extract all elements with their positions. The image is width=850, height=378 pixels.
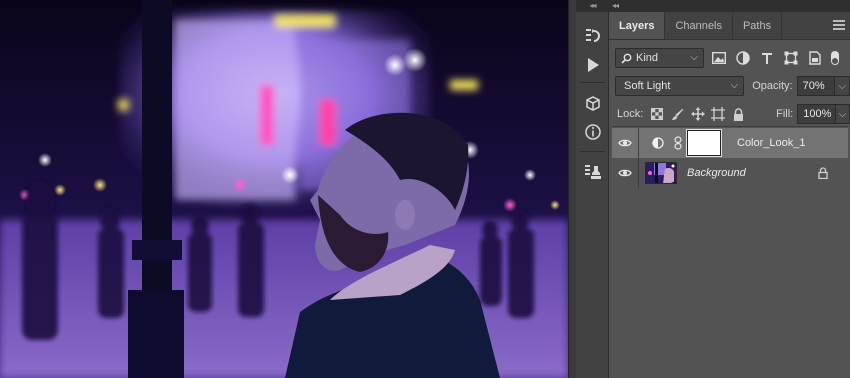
lock-icon[interactable] [818, 167, 828, 182]
filter-kind-label: Kind [636, 52, 659, 64]
opacity-label: Opacity: [752, 80, 793, 92]
fill-slider-chevron-icon[interactable]: ⌵ [836, 104, 850, 124]
filter-kind-dropdown[interactable]: Kind ⌵ [615, 48, 704, 68]
fill-label: Fill: [776, 108, 794, 120]
layer-mask-thumbnail[interactable] [686, 129, 722, 157]
cube-3d-icon[interactable] [580, 92, 605, 116]
tab-channels[interactable]: Channels [665, 12, 733, 39]
search-icon [621, 53, 632, 64]
panel-menu-icon[interactable] [833, 20, 845, 31]
layer-image-thumbnail[interactable] [645, 162, 677, 184]
clone-source-icon[interactable] [580, 160, 605, 184]
lock-transparent-pixels-icon[interactable] [649, 106, 664, 122]
adjustment-layer-filter-icon[interactable] [734, 49, 752, 67]
chevron-down-icon: ⌵ [690, 52, 698, 63]
fill-input[interactable]: 100% [797, 104, 837, 124]
opacity-slider-chevron-icon[interactable]: ⌵ [835, 76, 850, 96]
visibility-eye-icon[interactable] [612, 158, 639, 188]
chevron-down-icon: ⌵ [730, 80, 739, 91]
layer-row-background[interactable]: Background [612, 158, 848, 188]
play-actions-icon[interactable] [580, 53, 605, 77]
panel-divider[interactable] [568, 0, 576, 378]
panel-tabs: Layers Channels Paths [609, 12, 850, 40]
lock-all-icon[interactable] [732, 106, 747, 122]
lock-fill-row: Lock: Fill: 100% ⌵ [609, 104, 850, 124]
layer-name[interactable]: Background [687, 167, 746, 179]
lock-artboard-icon[interactable] [711, 106, 726, 122]
layer-filter-row: Kind ⌵ [609, 48, 850, 68]
visibility-eye-icon[interactable] [612, 128, 639, 158]
panel-top-bar: ◂◂ [609, 0, 850, 12]
panel-dock-strip: ◂◂ [576, 0, 609, 378]
document-canvas[interactable] [0, 0, 568, 378]
shape-layer-filter-icon[interactable] [782, 49, 800, 67]
lock-image-pixels-brush-icon[interactable] [670, 106, 685, 122]
chain-link-icon[interactable] [671, 136, 685, 150]
pixel-layer-filter-icon[interactable] [710, 49, 728, 67]
blend-mode-dropdown[interactable]: Soft Light ⌵ [615, 76, 745, 96]
collapse-dock-icon[interactable]: ◂◂ [576, 0, 609, 12]
tab-paths[interactable]: Paths [733, 12, 783, 39]
tab-layers[interactable]: Layers [609, 12, 666, 39]
photo-image [0, 0, 568, 378]
info-icon[interactable] [580, 120, 605, 144]
layers-panel: ◂◂ Layers Channels Paths Kind ⌵ Soft Lig… [609, 0, 850, 378]
type-layer-filter-icon[interactable] [758, 49, 776, 67]
tool-separator [580, 151, 605, 152]
tool-separator [580, 82, 605, 83]
collapse-panel-icon[interactable]: ◂◂ [612, 1, 619, 10]
lock-label: Lock: [617, 108, 644, 120]
layers-list: Color_Look_1 Background [612, 126, 848, 378]
lock-position-move-icon[interactable] [690, 106, 705, 122]
layer-row-color-look[interactable]: Color_Look_1 [612, 128, 848, 158]
adjustment-layer-icon [645, 137, 671, 149]
filter-toggle-switch[interactable] [831, 51, 839, 65]
opacity-input[interactable]: 70% [796, 76, 836, 96]
smart-object-filter-icon[interactable] [806, 49, 824, 67]
layer-name[interactable]: Color_Look_1 [737, 137, 806, 149]
history-icon[interactable] [580, 24, 605, 48]
blend-mode-value: Soft Light [624, 80, 671, 92]
blend-opacity-row: Soft Light ⌵ Opacity: 70% ⌵ [609, 76, 850, 96]
